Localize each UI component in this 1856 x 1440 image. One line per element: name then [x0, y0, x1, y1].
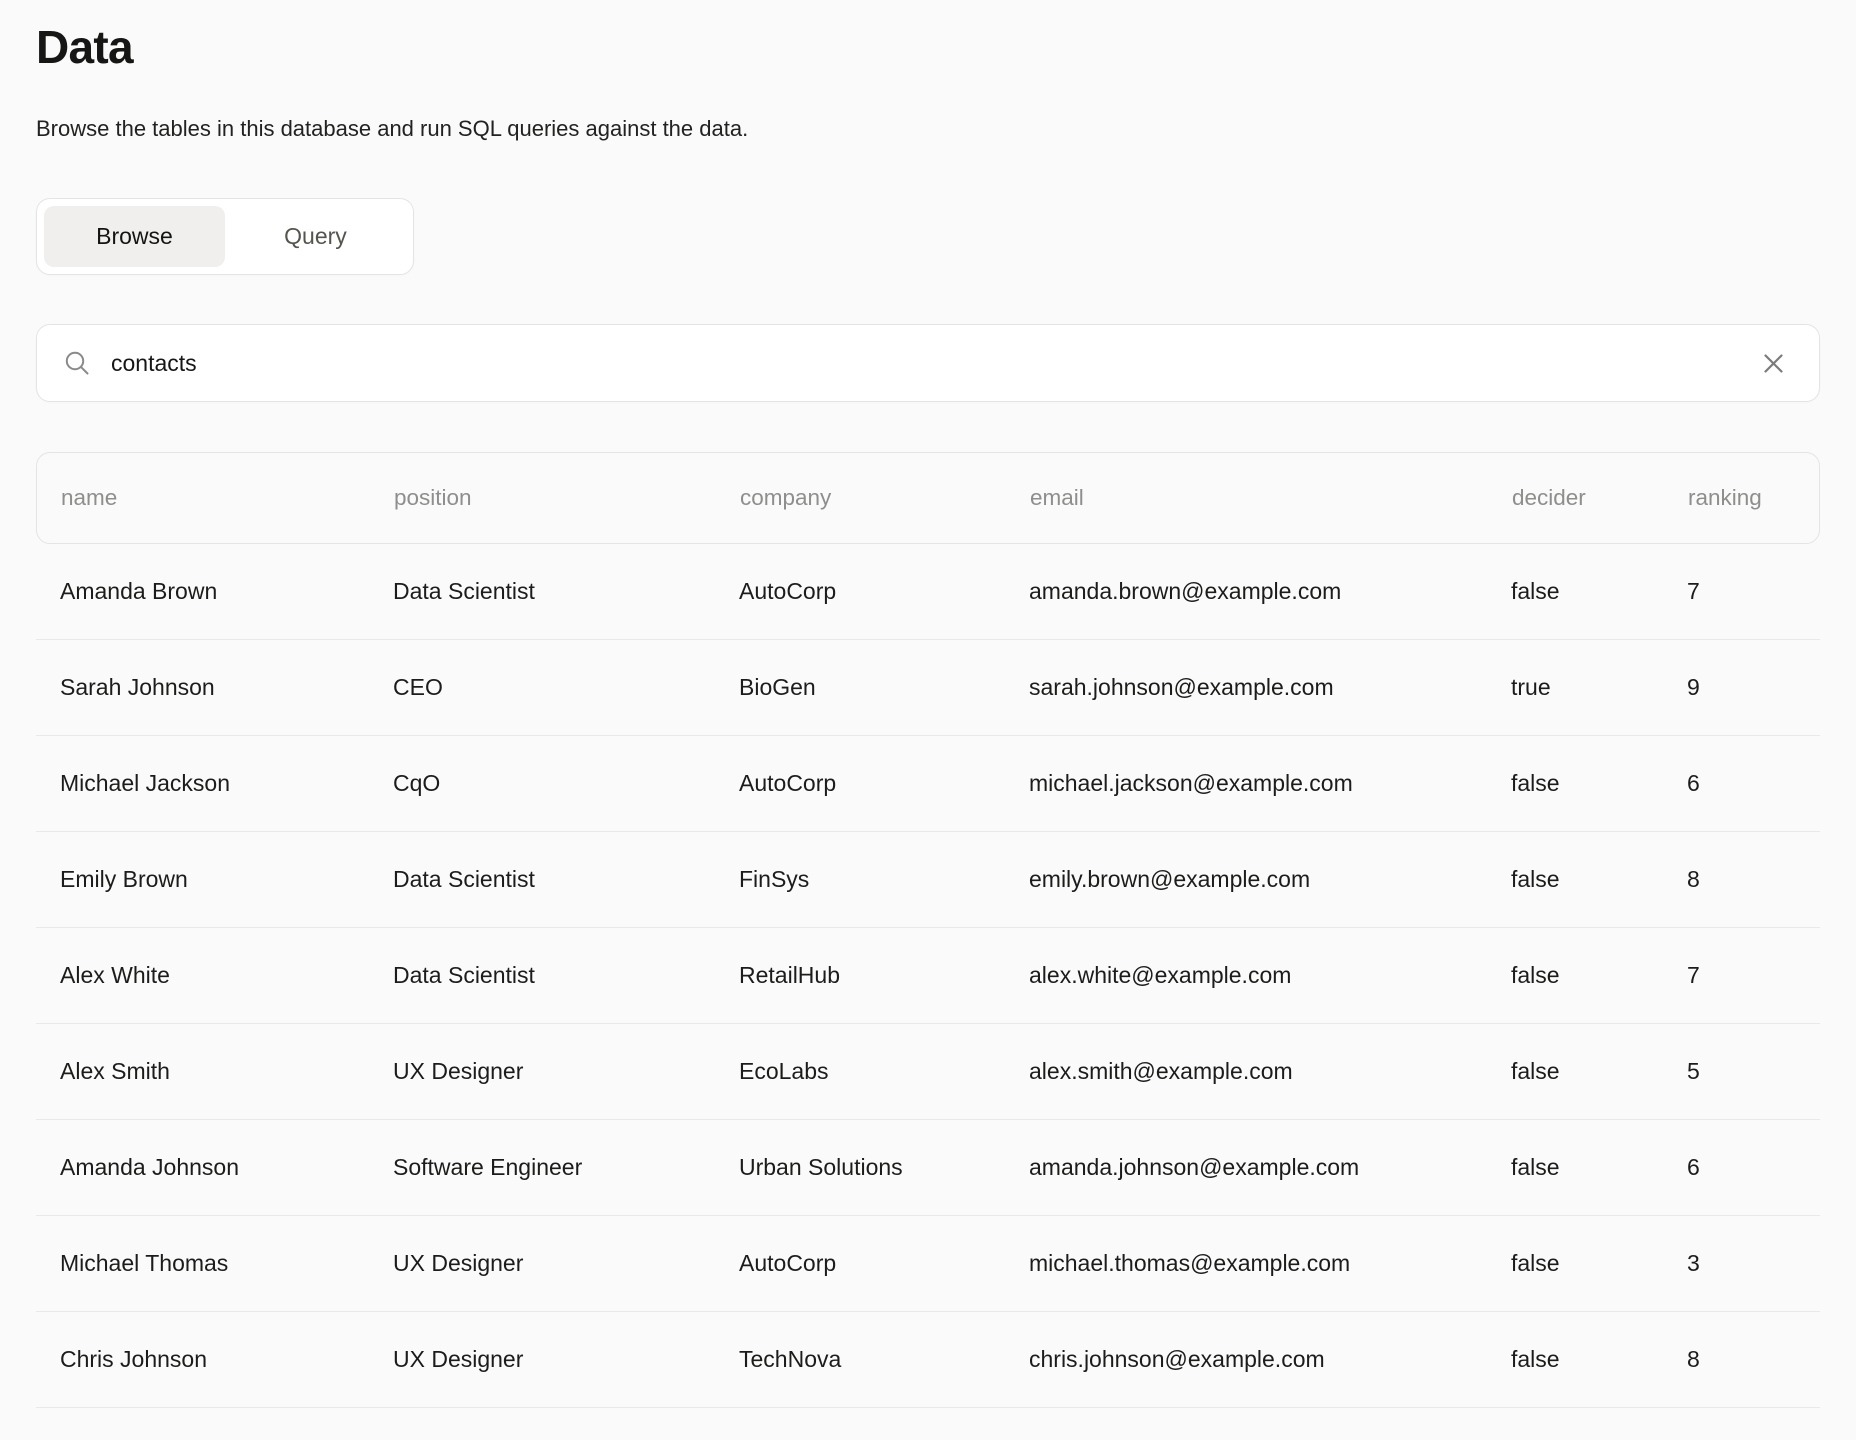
column-header-decider: decider	[1512, 485, 1688, 511]
cell-name: Chris Johnson	[60, 1346, 393, 1373]
cell-email: emily.brown@example.com	[1029, 866, 1511, 893]
cell-decider: false	[1511, 1154, 1687, 1181]
cell-company: AutoCorp	[739, 1250, 1029, 1277]
cell-ranking: 8	[1687, 866, 1796, 893]
cell-email: alex.smith@example.com	[1029, 1058, 1511, 1085]
cell-company: EcoLabs	[739, 1058, 1029, 1085]
browse-query-tab-group: Browse Query	[36, 198, 414, 275]
cell-ranking: 7	[1687, 962, 1796, 989]
cell-email: amanda.johnson@example.com	[1029, 1154, 1511, 1181]
tab-browse[interactable]: Browse	[44, 206, 225, 267]
cell-name: Alex White	[60, 962, 393, 989]
tab-query[interactable]: Query	[225, 206, 406, 267]
cell-position: UX Designer	[393, 1250, 739, 1277]
cell-ranking: 6	[1687, 770, 1796, 797]
data-page: Data Browse the tables in this database …	[0, 0, 1856, 1408]
cell-name: Michael Jackson	[60, 770, 393, 797]
table-row: Michael Thomas UX Designer AutoCorp mich…	[36, 1216, 1820, 1312]
table-row: Sarah Johnson CEO BioGen sarah.johnson@e…	[36, 640, 1820, 736]
column-header-position: position	[394, 485, 740, 511]
cell-decider: false	[1511, 1346, 1687, 1373]
column-header-email: email	[1030, 485, 1512, 511]
cell-name: Sarah Johnson	[60, 674, 393, 701]
search-icon	[63, 349, 91, 377]
table-row: Amanda Brown Data Scientist AutoCorp ama…	[36, 544, 1820, 640]
cell-ranking: 5	[1687, 1058, 1796, 1085]
cell-decider: false	[1511, 578, 1687, 605]
page-subtitle: Browse the tables in this database and r…	[36, 115, 1820, 143]
cell-name: Amanda Johnson	[60, 1154, 393, 1181]
cell-company: AutoCorp	[739, 770, 1029, 797]
cell-ranking: 9	[1687, 674, 1796, 701]
cell-name: Amanda Brown	[60, 578, 393, 605]
cell-position: Data Scientist	[393, 962, 739, 989]
cell-position: UX Designer	[393, 1346, 739, 1373]
cell-name: Emily Brown	[60, 866, 393, 893]
table-row: Chris Johnson UX Designer TechNova chris…	[36, 1312, 1820, 1408]
cell-email: michael.thomas@example.com	[1029, 1250, 1511, 1277]
page-title: Data	[36, 0, 1820, 73]
cell-position: CqO	[393, 770, 739, 797]
cell-position: Data Scientist	[393, 578, 739, 605]
cell-ranking: 7	[1687, 578, 1796, 605]
search-input[interactable]	[109, 325, 1754, 401]
cell-company: BioGen	[739, 674, 1029, 701]
cell-decider: true	[1511, 674, 1687, 701]
cell-ranking: 6	[1687, 1154, 1796, 1181]
clear-search-button[interactable]	[1754, 344, 1793, 383]
table-header-row: name position company email decider rank…	[36, 452, 1820, 544]
cell-email: michael.jackson@example.com	[1029, 770, 1511, 797]
table-row: Amanda Johnson Software Engineer Urban S…	[36, 1120, 1820, 1216]
cell-email: sarah.johnson@example.com	[1029, 674, 1511, 701]
cell-email: chris.johnson@example.com	[1029, 1346, 1511, 1373]
cell-company: FinSys	[739, 866, 1029, 893]
cell-decider: false	[1511, 770, 1687, 797]
cell-position: CEO	[393, 674, 739, 701]
table-row: Emily Brown Data Scientist FinSys emily.…	[36, 832, 1820, 928]
cell-decider: false	[1511, 1250, 1687, 1277]
table-body: Amanda Brown Data Scientist AutoCorp ama…	[36, 544, 1820, 1408]
cell-decider: false	[1511, 962, 1687, 989]
cell-company: TechNova	[739, 1346, 1029, 1373]
column-header-ranking: ranking	[1688, 485, 1795, 511]
table-search-bar[interactable]	[36, 324, 1820, 402]
cell-position: Software Engineer	[393, 1154, 739, 1181]
cell-position: Data Scientist	[393, 866, 739, 893]
cell-company: AutoCorp	[739, 578, 1029, 605]
column-header-company: company	[740, 485, 1030, 511]
cell-decider: false	[1511, 866, 1687, 893]
cell-decider: false	[1511, 1058, 1687, 1085]
cell-position: UX Designer	[393, 1058, 739, 1085]
cell-ranking: 8	[1687, 1346, 1796, 1373]
table-row: Alex Smith UX Designer EcoLabs alex.smit…	[36, 1024, 1820, 1120]
cell-ranking: 3	[1687, 1250, 1796, 1277]
cell-email: amanda.brown@example.com	[1029, 578, 1511, 605]
table-row: Michael Jackson CqO AutoCorp michael.jac…	[36, 736, 1820, 832]
table-row: Alex White Data Scientist RetailHub alex…	[36, 928, 1820, 1024]
cell-name: Alex Smith	[60, 1058, 393, 1085]
cell-email: alex.white@example.com	[1029, 962, 1511, 989]
cell-company: Urban Solutions	[739, 1154, 1029, 1181]
x-icon	[1760, 350, 1787, 377]
column-header-name: name	[61, 485, 394, 511]
cell-name: Michael Thomas	[60, 1250, 393, 1277]
cell-company: RetailHub	[739, 962, 1029, 989]
